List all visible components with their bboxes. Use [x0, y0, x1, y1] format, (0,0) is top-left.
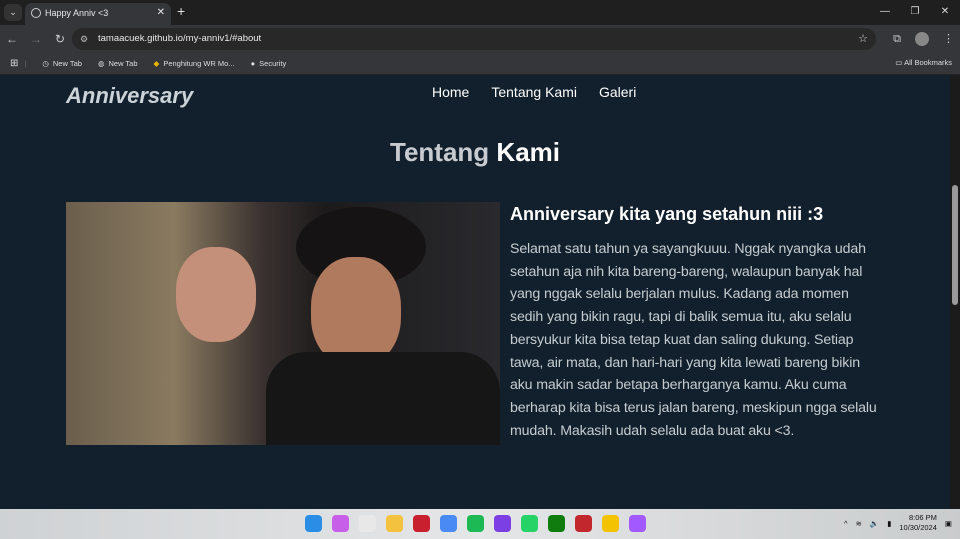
- menu-icon[interactable]: ⋮: [943, 25, 954, 53]
- browser-toolbar: ← → ↻ ⚙ tamaacuek.github.io/my-anniv1/#a…: [0, 25, 960, 53]
- scrollbar-thumb[interactable]: [952, 185, 958, 305]
- bookmark-label: New Tab: [108, 59, 138, 68]
- globe-icon: ◍: [97, 59, 105, 68]
- back-button[interactable]: ←: [0, 32, 24, 46]
- bookmark-item[interactable]: ◆ Penghitung WR Mo...: [148, 59, 235, 68]
- bookmark-label: Security: [259, 59, 287, 68]
- volume-icon[interactable]: 🔈: [870, 519, 879, 528]
- taskbar-app-icon[interactable]: [386, 515, 403, 532]
- divider: |: [24, 59, 27, 68]
- profile-avatar[interactable]: [915, 32, 929, 46]
- reload-button[interactable]: ↻: [48, 32, 72, 46]
- taskbar-app-icon[interactable]: [305, 515, 322, 532]
- nav-home[interactable]: Home: [432, 84, 469, 100]
- bookmarks-bar: ⊞ | ◷ New Tab ◍ New Tab ◆ Penghitung WR Mo.…: [0, 53, 960, 75]
- forward-button[interactable]: →: [24, 32, 48, 46]
- tab-title: Happy Anniv <3: [45, 8, 109, 18]
- title-part-2: Kami: [496, 137, 560, 167]
- site-logo[interactable]: Anniversary: [66, 83, 193, 109]
- taskbar-app-icon[interactable]: [467, 515, 484, 532]
- nav-galeri[interactable]: Galeri: [599, 84, 636, 100]
- title-part-1: Tentang: [390, 137, 490, 167]
- clock[interactable]: 8:06 PM 10/30/2024: [899, 513, 937, 533]
- taskbar-app-icon[interactable]: [548, 515, 565, 532]
- section-title: Tentang Kami: [0, 137, 950, 168]
- site-nav: Home Tentang Kami Galeri: [432, 84, 636, 100]
- taskbar-app-icon[interactable]: [332, 515, 349, 532]
- time: 8:06 PM: [908, 513, 937, 522]
- bookmark-item[interactable]: ● Security: [245, 59, 287, 68]
- about-heading: Anniversary kita yang setahun niii :3: [510, 204, 824, 224]
- address-bar[interactable]: ⚙ tamaacuek.github.io/my-anniv1/#about ☆: [72, 28, 876, 50]
- bookmark-label: Penghitung WR Mo...: [163, 59, 235, 68]
- tab-strip: ⌄ Happy Anniv <3 ✕ + — ❐ ✕: [0, 0, 960, 25]
- app-icon: ◆: [153, 59, 160, 68]
- globe-icon: [31, 8, 41, 18]
- tray-overflow-icon[interactable]: ^: [844, 519, 848, 528]
- taskbar-app-icon[interactable]: [359, 515, 376, 532]
- maximize-button[interactable]: ❐: [900, 0, 930, 24]
- wifi-icon[interactable]: ≋: [856, 519, 862, 528]
- taskbar: ^ ≋ 🔈 ▮ 8:06 PM 10/30/2024 ▣: [0, 509, 960, 539]
- about-paragraph: Selamat satu tahun ya sayangkuuu. Nggak …: [510, 241, 877, 439]
- bookmark-star-icon[interactable]: ☆: [858, 28, 868, 50]
- battery-icon[interactable]: ▮: [887, 519, 891, 528]
- notification-icon[interactable]: ▣: [945, 519, 952, 528]
- taskbar-app-icon[interactable]: [575, 515, 592, 532]
- close-tab-icon[interactable]: ✕: [157, 3, 165, 23]
- extensions-icon[interactable]: ⧉: [893, 25, 901, 53]
- bookmark-item[interactable]: ◷ New Tab: [36, 59, 82, 68]
- bookmark-item[interactable]: ◍ New Tab: [92, 59, 138, 68]
- date: 10/30/2024: [899, 523, 937, 532]
- url-text: tamaacuek.github.io/my-anniv1/#about: [98, 33, 262, 44]
- all-bookmarks-label: All Bookmarks: [904, 58, 952, 67]
- taskbar-app-icon[interactable]: [494, 515, 511, 532]
- scrollbar[interactable]: [950, 75, 960, 509]
- taskbar-app-icon[interactable]: [521, 515, 538, 532]
- taskbar-app-icon[interactable]: [440, 515, 457, 532]
- bookmark-label: New Tab: [52, 59, 82, 68]
- tab-search-button[interactable]: ⌄: [4, 4, 22, 21]
- taskbar-app-icon[interactable]: [602, 515, 619, 532]
- taskbar-app-icon[interactable]: [629, 515, 646, 532]
- history-icon: ◷: [42, 59, 49, 68]
- folder-icon: ▭: [895, 58, 903, 67]
- taskbar-app-icon[interactable]: [413, 515, 430, 532]
- close-window-button[interactable]: ✕: [930, 0, 960, 24]
- nav-tentang-kami[interactable]: Tentang Kami: [491, 84, 577, 100]
- site-settings-icon[interactable]: ⚙: [80, 28, 88, 50]
- github-icon: ●: [250, 59, 256, 68]
- tab-active[interactable]: Happy Anniv <3 ✕: [25, 3, 171, 25]
- all-bookmarks-button[interactable]: ▭ All Bookmarks: [889, 58, 952, 67]
- couple-photo: [66, 202, 500, 445]
- apps-icon[interactable]: ⊞: [10, 58, 18, 69]
- minimize-button[interactable]: —: [870, 0, 900, 24]
- new-tab-button[interactable]: +: [177, 3, 185, 19]
- web-page: Anniversary Home Tentang Kami Galeri Ten…: [0, 75, 950, 509]
